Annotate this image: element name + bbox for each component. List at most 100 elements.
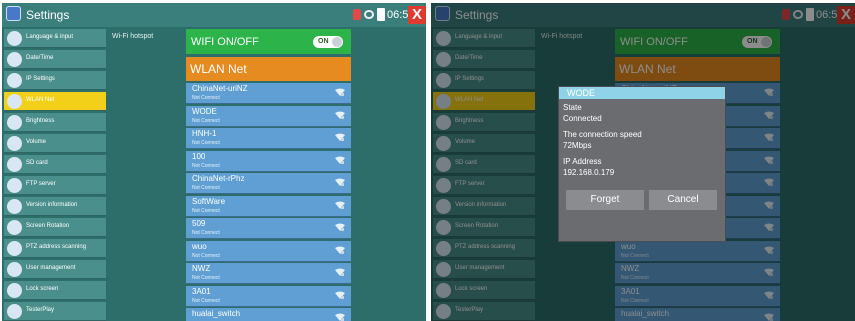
network-name: WODE [192,106,217,116]
ptz-icon [7,241,22,256]
sidebar-item-label: IP Settings [26,76,55,82]
sidebar-item-label: PTZ address scanning [26,244,87,250]
wifi-toggle-switch[interactable]: ON [313,36,343,48]
calendar-icon [7,52,22,67]
network-row[interactable]: 3A01 Not Connect [186,285,351,307]
globe-icon [7,31,22,46]
sidebar-item-lock-screen[interactable]: Lock screen [4,281,106,300]
settings-app-icon [6,6,21,21]
settings-sidebar: Language & input Date/Time IP Settings WLAN… [2,27,106,321]
ip-value: 192.168.0.179 [563,168,615,177]
network-row[interactable]: HNH-1 Not Connect [186,128,351,149]
network-row[interactable]: WODENot Connect [186,105,351,127]
wifi-signal-icon [335,291,345,299]
network-status: Not Connect [192,297,220,304]
sidebar-item-version-information[interactable]: Version information [4,197,106,216]
sidebar-item-brightness[interactable]: Brightness [4,113,106,132]
battery-icon [377,8,385,21]
network-name: hualai_switch [192,309,241,318]
network-status: Not Connect [192,252,220,259]
sidebar-item-label: Version information [26,202,78,208]
dialog-title: WODE [567,88,595,98]
state-label: State [563,103,582,112]
network-row[interactable]: ChinaNet-rPhz Not Connect [186,173,351,194]
cancel-button[interactable]: Cancel [649,190,717,210]
wifi-toggle-label: WIFI ON/OFF [191,36,259,48]
network-name: SoftWare [192,196,226,206]
wifi-signal-icon [335,201,345,209]
volume-icon [7,136,22,151]
network-status: Not Connect [192,207,220,214]
ftp-icon [7,178,22,193]
ip-label: IP Address [563,157,602,166]
sidebar-item-label: Date/Time [26,55,54,61]
network-name: 509 [192,219,206,228]
network-status: Not Connect [192,140,220,146]
network-status: Not Connect [192,230,220,236]
network-detail-dialog: WODE State Connected The connection spee… [558,86,726,242]
toggle-knob [332,37,342,47]
sidebar-item-ftp-server[interactable]: FTP server [4,176,106,195]
state-value: Connected [563,114,602,123]
network-row[interactable]: NWZ Not Connect [186,263,351,284]
wifi-signal-icon [335,133,345,141]
wifi-signal-icon [335,111,345,119]
sidebar-item-label: Language & input [26,34,74,40]
sidebar-item-language-input[interactable]: Language & input [4,29,106,48]
network-row[interactable]: 509 Not Connect [186,218,351,239]
sidebar-item-ip-settings[interactable]: IP Settings [4,71,106,90]
info-icon [7,199,22,214]
network-name: 3A01 [192,286,211,296]
wlan-content: WIFI ON/OFF ON WLAN Net ChinaNet-uriNZ No… [186,29,351,321]
wifi-toggle-bar: WIFI ON/OFF ON [186,29,351,54]
sidebar-item-date-time[interactable]: Date/Time [4,50,106,69]
network-name: ChinaNet-uriNZ [192,84,248,93]
network-row[interactable]: wuo Not Connect [186,240,351,262]
dialog-title-bar: WODE [559,87,725,99]
sidebar-item-label: SD card [26,160,48,166]
sidebar-item-label: Screen Rotation [26,223,70,229]
forget-button[interactable]: Forget [566,190,644,210]
wifi-signal-icon [335,313,345,321]
network-row[interactable]: ChinaNet-uriNZ Not Connect [186,83,351,104]
close-icon[interactable]: X [408,6,426,24]
network-name: NWZ [192,264,211,273]
network-status: Not Connect [192,185,220,191]
network-name: HNH-1 [192,129,217,138]
wlan-net-title: WLAN Net [190,62,247,76]
sidebar-item-label: Volume [26,139,47,145]
sidebar-item-label: FTP server [26,181,56,187]
status-bar: Settings 06:58 X [2,3,426,27]
sidebar-item-volume[interactable]: Volume [4,134,106,153]
sidebar-item-label: TesterPlay [26,307,55,313]
sidebar-item-screen-rotation[interactable]: Screen Rotation [4,218,106,237]
network-name: ChinaNet-rPhz [192,174,245,183]
wifi-icon [7,94,22,109]
sidebar-item-label: WLAN Net [26,97,55,103]
network-status: Not Connect [192,275,220,281]
network-status: Not Connect [192,95,220,101]
wifi-signal-icon [335,178,345,186]
usb-status-icon [364,10,374,19]
sidebar-item-wlan-net[interactable]: WLAN Net [4,92,106,111]
network-name: wuo [192,241,207,251]
sidebar-item-sd-card[interactable]: SD card [4,155,106,174]
network-name: 100 [192,151,206,161]
tab-wifi-hotspot[interactable]: Wi-Fi hotspot [112,33,162,47]
speed-value: 72Mbps [563,141,592,150]
settings-screen-right: Settings 06:58 X Language & input Date/Ti… [431,3,855,321]
sidebar-item-testerplay[interactable]: TesterPlay [4,302,106,321]
user-icon [7,262,22,277]
play-icon [7,304,22,319]
network-row[interactable]: 100Not Connect [186,150,351,172]
settings-screen-left: Settings 06:58 X Language & input Date/Ti… [2,3,426,321]
rotation-icon [7,220,22,235]
sidebar-item-user-management[interactable]: User management [4,260,106,279]
sidebar-item-label: Brightness [26,118,55,124]
network-row[interactable]: SoftWareNot Connect [186,195,351,217]
brightness-icon [7,115,22,130]
speed-label: The connection speed [563,130,642,139]
network-row[interactable]: hualai_switch [186,308,351,321]
network-icon [7,73,22,88]
sidebar-item-ptz-address-scanning[interactable]: PTZ address scanning [4,239,106,258]
